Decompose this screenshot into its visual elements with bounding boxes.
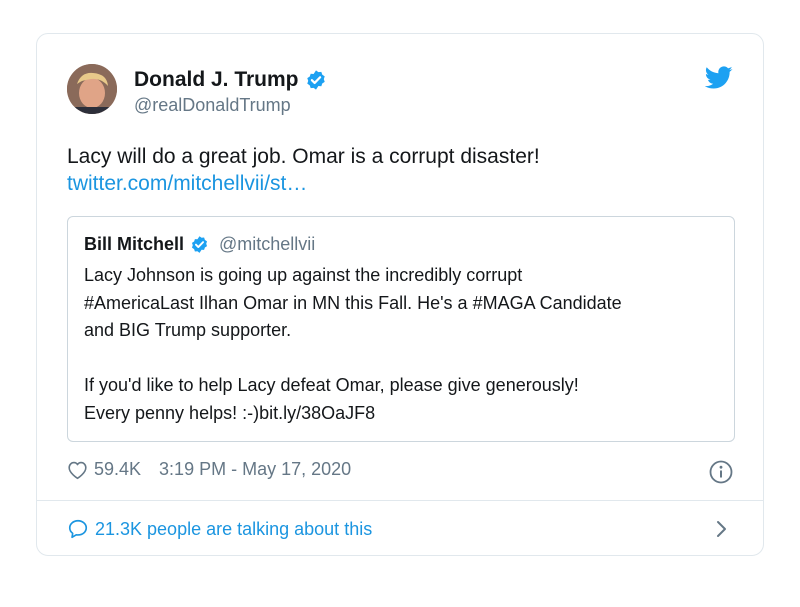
author-name-row: Donald J. Trump [134, 68, 327, 92]
quoted-tweet[interactable]: Bill Mitchell @mitchellvii Lacy Johnson … [67, 216, 735, 442]
quoted-paragraph-2: If you'd like to help Lacy defeat Omar, … [84, 375, 579, 423]
tweet-timestamp[interactable]: 3:19 PM - May 17, 2020 [159, 459, 351, 480]
author-name[interactable]: Donald J. Trump [134, 68, 299, 92]
quoted-author-row: Bill Mitchell @mitchellvii [84, 234, 315, 255]
divider [37, 500, 763, 501]
like-count[interactable]: 59.4K [94, 459, 141, 480]
quoted-author-handle[interactable]: @mitchellvii [219, 234, 315, 255]
heart-icon[interactable] [67, 460, 88, 480]
verified-badge-icon [191, 236, 208, 253]
tweet-meta-row: 59.4K 3:19 PM - May 17, 2020 [67, 459, 351, 480]
conversation-link[interactable]: 21.3K people are talking about this [67, 518, 372, 540]
chevron-right-icon[interactable] [715, 518, 729, 540]
twitter-bird-icon[interactable] [705, 66, 733, 90]
speech-bubble-icon [68, 519, 88, 539]
quoted-author-name[interactable]: Bill Mitchell [84, 234, 184, 255]
tweet-text: Lacy will do a great job. Omar is a corr… [67, 145, 540, 168]
author-handle[interactable]: @realDonaldTrump [134, 95, 291, 116]
avatar[interactable] [67, 64, 117, 114]
tweet-link[interactable]: twitter.com/mitchellvii/st… [67, 172, 307, 196]
verified-badge-icon [306, 70, 325, 90]
info-icon[interactable] [709, 460, 733, 484]
tweet-card[interactable]: Donald J. Trump @realDonaldTrump Lacy wi… [36, 33, 764, 556]
quoted-tweet-body: Lacy Johnson is going up against the inc… [84, 262, 724, 427]
talking-count-text[interactable]: 21.3K people are talking about this [95, 519, 372, 540]
quoted-paragraph-1: Lacy Johnson is going up against the inc… [84, 265, 622, 340]
